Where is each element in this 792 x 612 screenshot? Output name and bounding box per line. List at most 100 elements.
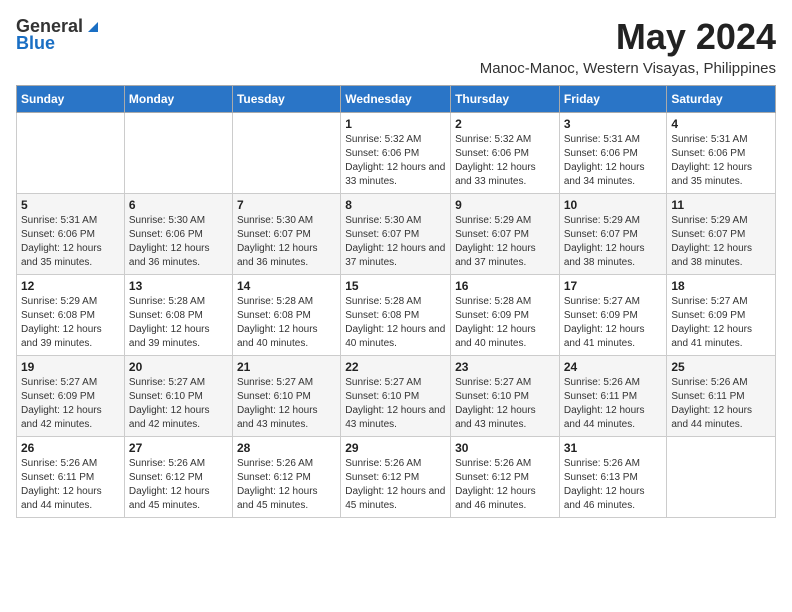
calendar-cell: 31Sunrise: 5:26 AM Sunset: 6:13 PM Dayli… — [559, 437, 667, 518]
day-number: 7 — [237, 198, 336, 212]
calendar-cell: 14Sunrise: 5:28 AM Sunset: 6:08 PM Dayli… — [232, 275, 340, 356]
calendar-cell — [232, 113, 340, 194]
day-content: Sunrise: 5:27 AM Sunset: 6:09 PM Dayligh… — [21, 376, 120, 432]
calendar-cell: 5Sunrise: 5:31 AM Sunset: 6:06 PM Daylig… — [17, 194, 125, 275]
calendar-day-header: Monday — [124, 86, 232, 113]
day-content: Sunrise: 5:32 AM Sunset: 6:06 PM Dayligh… — [345, 133, 446, 189]
calendar-cell — [17, 113, 125, 194]
calendar-cell: 21 Sunrise: 5:27 AM Sunset: 6:10 PM Dayli… — [232, 356, 340, 437]
day-content: Sunrise: 5:26 AM Sunset: 6:11 PM Dayligh… — [21, 457, 120, 513]
calendar-cell: 17Sunrise: 5:27 AM Sunset: 6:09 PM Dayli… — [559, 275, 667, 356]
calendar-cell: 27Sunrise: 5:26 AM Sunset: 6:12 PM Dayli… — [124, 437, 232, 518]
day-number: 3 — [564, 117, 663, 131]
calendar-table: SundayMondayTuesdayWednesdayThursdayFrid… — [16, 85, 776, 518]
day-number: 20 — [129, 360, 228, 374]
day-number: 9 — [455, 198, 555, 212]
day-content: Sunrise: 5:29 AM Sunset: 6:07 PM Dayligh… — [564, 214, 663, 270]
day-number: 19 — [21, 360, 120, 374]
calendar-cell — [124, 113, 232, 194]
calendar-week-row: 12 Sunrise: 5:29 AM Sunset: 6:08 PM Dayli… — [17, 275, 776, 356]
calendar-cell: 23 Sunrise: 5:27 AM Sunset: 6:10 PM Dayli… — [451, 356, 560, 437]
calendar-cell: 3 Sunrise: 5:31 AM Sunset: 6:06 PM Daylig… — [559, 113, 667, 194]
calendar-cell: 24 Sunrise: 5:26 AM Sunset: 6:11 PM Dayli… — [559, 356, 667, 437]
day-number: 21 — [237, 360, 336, 374]
day-content: Sunrise: 5:31 AM Sunset: 6:06 PM Dayligh… — [671, 133, 771, 189]
day-number: 13 — [129, 279, 228, 293]
day-content: Sunrise: 5:31 AM Sunset: 6:06 PM Dayligh… — [564, 133, 663, 189]
day-content: Sunrise: 5:29 AM Sunset: 6:08 PM Dayligh… — [21, 295, 120, 351]
day-number: 28 — [237, 441, 336, 455]
day-number: 2 — [455, 117, 555, 131]
day-number: 11 — [671, 198, 771, 212]
calendar-day-header: Wednesday — [341, 86, 451, 113]
day-number: 8 — [345, 198, 446, 212]
calendar-cell: 11 Sunrise: 5:29 AM Sunset: 6:07 PM Dayli… — [667, 194, 776, 275]
day-number: 29 — [345, 441, 446, 455]
day-content: Sunrise: 5:28 AM Sunset: 6:09 PM Dayligh… — [455, 295, 555, 351]
day-content: Sunrise: 5:29 AM Sunset: 6:07 PM Dayligh… — [671, 214, 771, 270]
calendar-week-row: 19 Sunrise: 5:27 AM Sunset: 6:09 PM Dayli… — [17, 356, 776, 437]
calendar-cell — [667, 437, 776, 518]
day-number: 4 — [671, 117, 771, 131]
day-number: 5 — [21, 198, 120, 212]
calendar-cell: 7 Sunrise: 5:30 AM Sunset: 6:07 PM Daylig… — [232, 194, 340, 275]
calendar-cell: 25Sunrise: 5:26 AM Sunset: 6:11 PM Dayli… — [667, 356, 776, 437]
calendar-day-header: Saturday — [667, 86, 776, 113]
day-content: Sunrise: 5:26 AM Sunset: 6:11 PM Dayligh… — [564, 376, 663, 432]
calendar-cell: 6 Sunrise: 5:30 AM Sunset: 6:06 PM Daylig… — [124, 194, 232, 275]
day-number: 17 — [564, 279, 663, 293]
day-number: 18 — [671, 279, 771, 293]
calendar-header-row: SundayMondayTuesdayWednesdayThursdayFrid… — [17, 86, 776, 113]
calendar-cell: 19 Sunrise: 5:27 AM Sunset: 6:09 PM Dayli… — [17, 356, 125, 437]
day-content: Sunrise: 5:27 AM Sunset: 6:10 PM Dayligh… — [345, 376, 446, 432]
calendar-cell: 30Sunrise: 5:26 AM Sunset: 6:12 PM Dayli… — [451, 437, 560, 518]
calendar-week-row: 26 Sunrise: 5:26 AM Sunset: 6:11 PM Dayli… — [17, 437, 776, 518]
calendar-cell: 22 Sunrise: 5:27 AM Sunset: 6:10 PM Dayli… — [341, 356, 451, 437]
day-content: Sunrise: 5:26 AM Sunset: 6:12 PM Dayligh… — [345, 457, 446, 513]
page-header: General Blue May 2024 Manoc-Manoc, Weste… — [16, 16, 776, 77]
month-title: May 2024 — [480, 16, 776, 58]
day-content: Sunrise: 5:26 AM Sunset: 6:12 PM Dayligh… — [237, 457, 336, 513]
calendar-week-row: 5Sunrise: 5:31 AM Sunset: 6:06 PM Daylig… — [17, 194, 776, 275]
day-number: 10 — [564, 198, 663, 212]
calendar-cell: 13 Sunrise: 5:28 AM Sunset: 6:08 PM Dayli… — [124, 275, 232, 356]
calendar-day-header: Thursday — [451, 86, 560, 113]
calendar-cell: 18 Sunrise: 5:27 AM Sunset: 6:09 PM Dayli… — [667, 275, 776, 356]
calendar-cell: 20 Sunrise: 5:27 AM Sunset: 6:10 PM Dayli… — [124, 356, 232, 437]
day-content: Sunrise: 5:30 AM Sunset: 6:07 PM Dayligh… — [345, 214, 446, 270]
calendar-cell: 1Sunrise: 5:32 AM Sunset: 6:06 PM Daylig… — [341, 113, 451, 194]
day-content: Sunrise: 5:26 AM Sunset: 6:11 PM Dayligh… — [671, 376, 771, 432]
day-number: 24 — [564, 360, 663, 374]
day-number: 14 — [237, 279, 336, 293]
day-number: 6 — [129, 198, 228, 212]
day-number: 22 — [345, 360, 446, 374]
calendar-day-header: Tuesday — [232, 86, 340, 113]
calendar-cell: 9 Sunrise: 5:29 AM Sunset: 6:07 PM Daylig… — [451, 194, 560, 275]
day-content: Sunrise: 5:30 AM Sunset: 6:07 PM Dayligh… — [237, 214, 336, 270]
calendar-cell: 15Sunrise: 5:28 AM Sunset: 6:08 PM Dayli… — [341, 275, 451, 356]
day-number: 31 — [564, 441, 663, 455]
day-number: 23 — [455, 360, 555, 374]
day-content: Sunrise: 5:30 AM Sunset: 6:06 PM Dayligh… — [129, 214, 228, 270]
calendar-cell: 16Sunrise: 5:28 AM Sunset: 6:09 PM Dayli… — [451, 275, 560, 356]
day-content: Sunrise: 5:27 AM Sunset: 6:09 PM Dayligh… — [671, 295, 771, 351]
calendar-week-row: 1Sunrise: 5:32 AM Sunset: 6:06 PM Daylig… — [17, 113, 776, 194]
calendar-cell: 12 Sunrise: 5:29 AM Sunset: 6:08 PM Dayli… — [17, 275, 125, 356]
calendar-cell: 4 Sunrise: 5:31 AM Sunset: 6:06 PM Daylig… — [667, 113, 776, 194]
day-content: Sunrise: 5:28 AM Sunset: 6:08 PM Dayligh… — [129, 295, 228, 351]
day-content: Sunrise: 5:27 AM Sunset: 6:10 PM Dayligh… — [237, 376, 336, 432]
calendar-cell: 10 Sunrise: 5:29 AM Sunset: 6:07 PM Dayli… — [559, 194, 667, 275]
day-content: Sunrise: 5:26 AM Sunset: 6:12 PM Dayligh… — [129, 457, 228, 513]
day-number: 12 — [21, 279, 120, 293]
calendar-cell: 29 Sunrise: 5:26 AM Sunset: 6:12 PM Dayli… — [341, 437, 451, 518]
day-content: Sunrise: 5:27 AM Sunset: 6:10 PM Dayligh… — [129, 376, 228, 432]
calendar-cell: 28 Sunrise: 5:26 AM Sunset: 6:12 PM Dayli… — [232, 437, 340, 518]
calendar-day-header: Friday — [559, 86, 667, 113]
day-number: 26 — [21, 441, 120, 455]
calendar-cell: 8 Sunrise: 5:30 AM Sunset: 6:07 PM Daylig… — [341, 194, 451, 275]
logo: General Blue — [16, 16, 102, 54]
day-content: Sunrise: 5:29 AM Sunset: 6:07 PM Dayligh… — [455, 214, 555, 270]
calendar-cell: 26 Sunrise: 5:26 AM Sunset: 6:11 PM Dayli… — [17, 437, 125, 518]
location: Manoc-Manoc, Western Visayas, Philippine… — [480, 60, 776, 77]
day-content: Sunrise: 5:27 AM Sunset: 6:10 PM Dayligh… — [455, 376, 555, 432]
